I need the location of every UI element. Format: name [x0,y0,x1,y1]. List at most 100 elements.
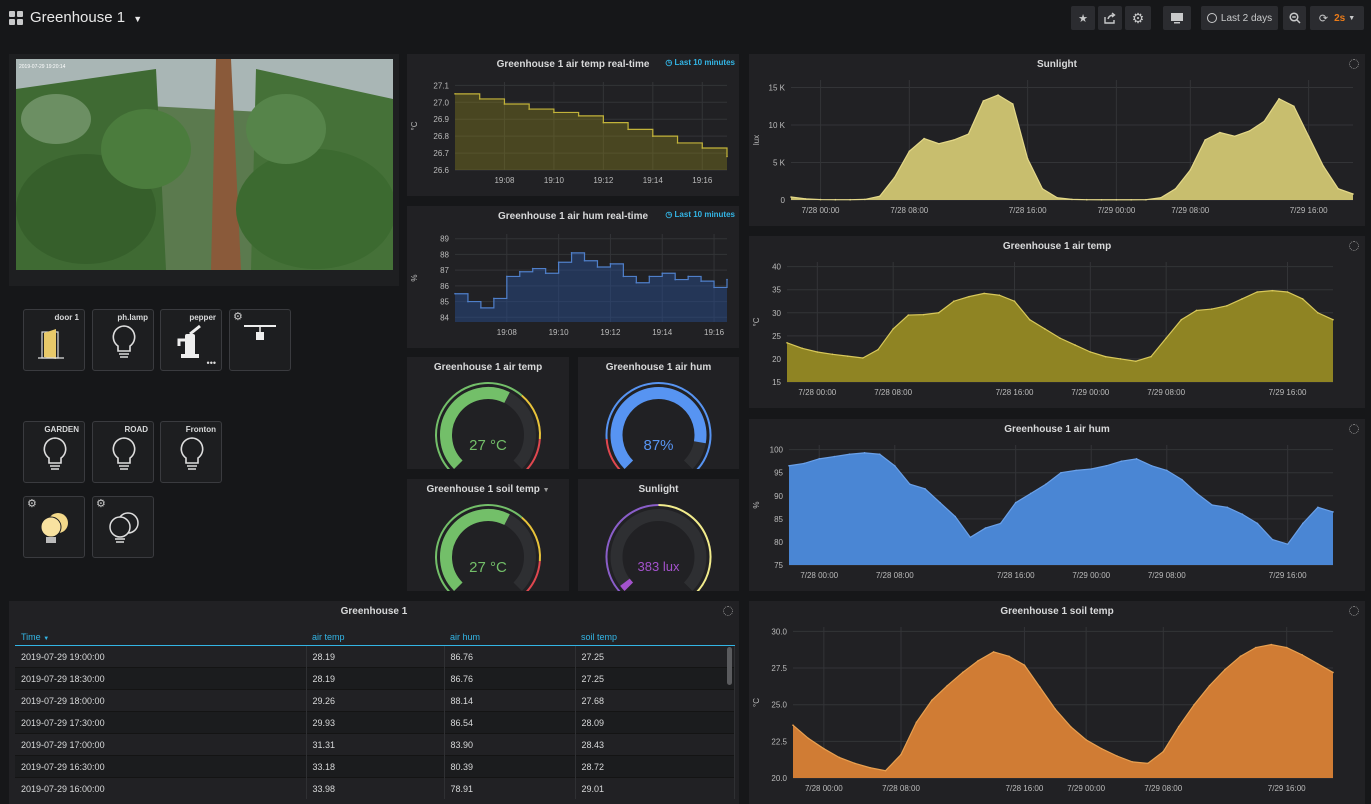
device-door-1[interactable]: door 1 [23,309,85,371]
zoom-out-icon [1288,12,1301,24]
y-tick-label: 5 K [773,159,786,168]
data-point [834,198,837,201]
data-point [1045,483,1047,486]
data-point [801,347,803,350]
data-point [1012,103,1014,105]
star-button[interactable]: ★ [1071,6,1095,30]
refresh-picker[interactable]: ⟳ 2s ▼ [1310,6,1364,30]
data-point [864,198,866,201]
settings-button[interactable]: ⚙ [1125,6,1151,30]
data-point [922,313,925,316]
data-point [454,93,456,95]
data-point [848,453,851,456]
zoom-out-button[interactable] [1283,6,1306,30]
data-point [1159,196,1162,199]
data-point [627,128,629,131]
data-point [939,501,941,504]
data-point [803,462,805,465]
x-tick-label: 7/28 16:00 [996,388,1034,397]
table-panel: Greenhouse 1 Time ▼ air temp air hum soi… [9,601,739,804]
gauge-sunlight [605,504,712,591]
data-point [1239,655,1242,658]
data-point [1301,654,1303,656]
x-tick-label: 7/28 08:00 [882,784,920,793]
double-lightbulb-off-icon [109,512,139,543]
door-icon [38,329,64,359]
data-point [1226,506,1229,509]
data-point [1248,130,1251,132]
table-row: 2019-07-29 16:30:00 33.18 80.39 28.72 [15,755,735,778]
clock-icon [1206,13,1217,23]
column-header-air-hum[interactable]: air hum [444,629,575,646]
y-tick-label: 20 [772,355,781,364]
x-tick-label: 7/29 16:00 [1269,571,1307,580]
data-point [1332,511,1334,513]
data-point [602,121,605,124]
data-point [1211,504,1213,506]
device-group-lights-on[interactable]: ⚙ [23,496,85,558]
column-header-air-temp[interactable]: air temp [306,629,444,646]
cell-soil-temp: 28.09 [575,711,735,734]
device-fronton[interactable]: Fronton [160,421,222,483]
data-point [493,297,495,300]
refresh-icon: ⟳ [1318,12,1329,25]
column-header-time[interactable]: Time ▼ [15,629,306,646]
x-tick-label: 19:12 [600,328,621,337]
data-point [1135,458,1138,460]
device-group-lights-off[interactable]: ⚙ [92,496,154,558]
cell-time: 2019-07-29 16:00:00 [15,777,307,799]
x-tick-label: 7/29 00:00 [1067,784,1105,793]
lightbulb-icon [112,437,136,470]
data-point [938,142,940,145]
data-point [648,275,651,278]
x-tick-label: 19:10 [549,328,570,337]
data-point [1224,668,1226,671]
device-pepper[interactable]: pepper ••• [160,309,222,371]
x-tick-label: 7/28 16:00 [997,571,1035,580]
y-tick-label: 22.5 [771,737,787,746]
data-point [1210,308,1213,310]
series-area [789,452,1333,565]
tv-mode-button[interactable] [1163,6,1191,30]
y-tick-label: 25.0 [771,701,787,710]
share-button[interactable] [1098,6,1122,30]
time-range-picker[interactable]: Last 2 days [1201,6,1278,30]
dashboard-title[interactable]: Greenhouse 1 ▼ [30,9,142,26]
cell-air-temp: 28.19 [306,667,445,690]
device-garden[interactable]: GARDEN [23,421,85,483]
data-point [1285,646,1288,649]
series-area [455,93,727,170]
data-point [1271,289,1274,292]
data-point [831,353,834,356]
x-tick-label: 7/28 16:00 [1009,206,1047,215]
y-tick-label: 0 [781,196,786,205]
gauge-value: 383 lux [637,559,680,574]
x-tick-label: 19:08 [497,328,518,337]
dashboard-grid-icon[interactable] [9,11,23,25]
y-tick-label: 90 [774,492,783,501]
x-tick-label: 7/29 00:00 [1072,571,1110,580]
data-point [1105,464,1108,467]
x-tick-label: 7/29 08:00 [1171,206,1209,215]
data-point [923,137,925,140]
device-ceiling-lamp[interactable]: ⚙ [229,309,291,371]
column-header-soil-temp[interactable]: soil temp [575,629,735,646]
data-point [823,747,825,750]
data-point [700,280,702,282]
gauge-value: 87% [643,437,674,454]
cell-air-temp: 31.31 [306,733,445,756]
y-tick-label: 75 [774,561,783,570]
time-range-label: Last 2 days [1220,12,1273,24]
lightbulb-icon [180,437,204,470]
device-road[interactable]: ROAD [92,421,154,483]
y-tick-label: 30.0 [771,627,787,636]
y-tick-label: 100 [770,446,784,455]
data-point [1130,198,1132,201]
gauge-value: 27 °C [469,559,507,576]
data-point [478,98,481,100]
more-icon[interactable]: ••• [207,358,216,368]
table-scrollbar[interactable] [727,647,732,685]
chevron-down-icon: ▼ [133,14,143,24]
device-ph-lamp[interactable]: ph.lamp [92,309,154,371]
data-point [553,111,555,114]
